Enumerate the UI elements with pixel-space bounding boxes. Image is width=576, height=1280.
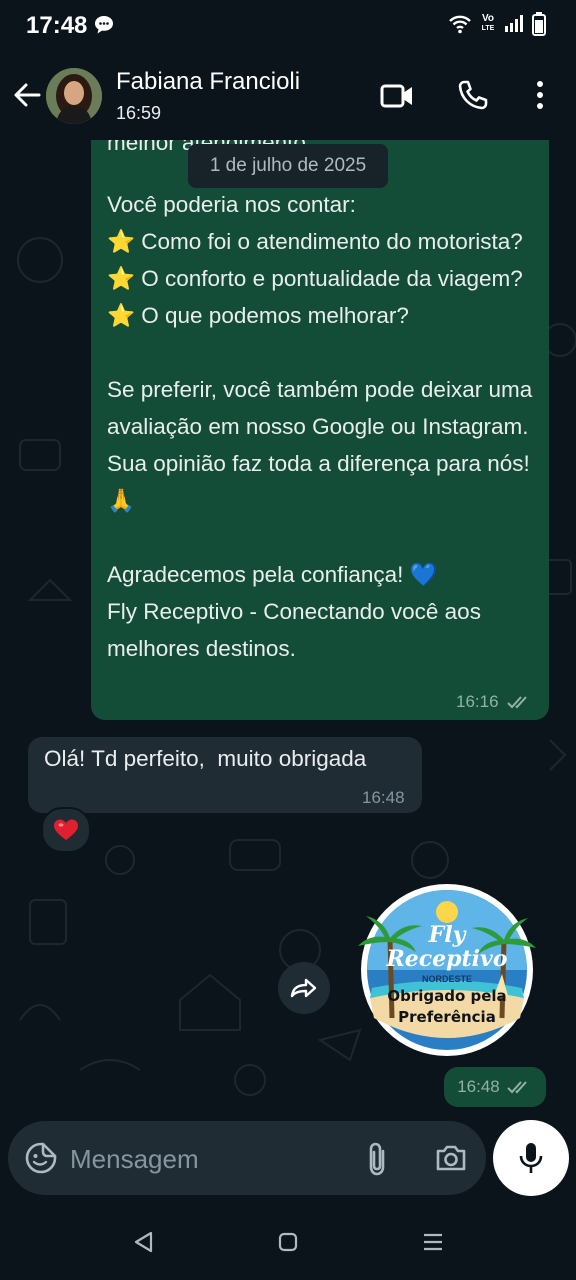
nav-home-icon[interactable] [278,1232,298,1252]
incoming-message-time: 16:48 [362,788,405,807]
wifi-icon [449,15,471,34]
sticker-message[interactable]: Fly Receptivo NORDESTE Obrigado pela Pre… [352,878,542,1058]
double-check-icon [507,1081,527,1094]
avatar[interactable] [46,68,102,124]
video-call-icon[interactable] [380,82,414,110]
chat-area[interactable]: melhor atendimento 1 de julho de 2025 Vo… [0,140,576,1118]
avatar-photo [46,68,102,124]
volte-indicator: Vo LTE [481,13,495,33]
message-input[interactable] [68,1135,342,1183]
double-check-icon [506,696,527,709]
status-time: 17:48 [26,12,88,39]
outgoing-message-time: 16:16 [456,692,499,711]
last-seen: 16:59 [116,103,162,123]
nav-recents-icon[interactable] [422,1232,444,1252]
sticker-time: 16:48 [457,1077,500,1096]
status-icons: Vo LTE [448,12,546,36]
outgoing-message-text: Você poderia nos contar: ⭐ Como foi o at… [107,192,533,661]
date-chip: 1 de julho de 2025 [188,144,388,188]
voice-message-button[interactable] [493,1120,569,1196]
sticker-logo-sub: NORDESTE [421,974,472,984]
camera-icon[interactable] [434,1141,468,1175]
sticker-logo-line1: Fly [428,922,466,948]
sticker-icon[interactable] [24,1141,58,1175]
chat-header: Fabiana Francioli 16:59 [0,52,576,140]
sticker-time-pill: 16:48 [444,1067,546,1107]
system-nav-bar [0,1204,576,1280]
incoming-message-text: Olá! Td perfeito, muito obrigada [44,746,367,771]
more-options-icon[interactable] [530,80,550,110]
back-arrow-icon[interactable] [12,80,42,110]
outgoing-message-meta: 16:16 [456,692,533,712]
signal-icon [505,15,523,32]
nav-back-icon[interactable] [132,1230,154,1254]
sticker-logo-line2: Receptivo [386,946,508,972]
message-reaction[interactable] [41,807,91,853]
heart-icon [54,819,78,840]
status-bar: 17:48 Vo LTE [0,0,576,52]
chat-bubble-icon [95,16,113,34]
forward-button[interactable] [278,962,330,1014]
contact-name[interactable]: Fabiana Francioli [116,68,300,96]
battery-icon [532,12,546,36]
forward-icon [290,978,317,998]
sticker-caption: Obrigado pela Preferência [387,987,507,1026]
phone-icon[interactable] [457,79,489,111]
mic-icon [519,1143,543,1173]
attach-icon[interactable] [365,1141,389,1177]
